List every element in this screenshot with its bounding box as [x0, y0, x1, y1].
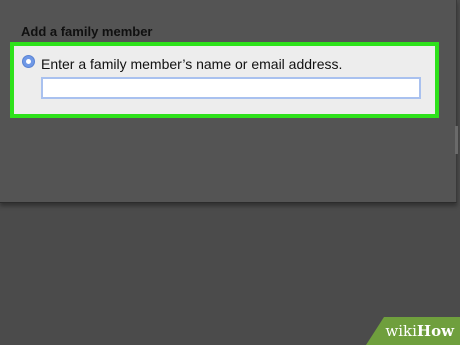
wikihow-logo: wikiHow: [366, 317, 460, 345]
email-option-highlight: Enter a family member’s name or email ad…: [10, 42, 439, 118]
add-family-member-dialog: Add a family member Enter a family membe…: [0, 0, 458, 203]
wikihow-logo-text: wikiHow: [385, 322, 454, 340]
wikihow-logo-suffix: How: [416, 322, 454, 340]
name-or-email-input[interactable]: [41, 77, 421, 99]
radio-selected-dot: [26, 59, 31, 64]
wikihow-logo-prefix: wiki: [385, 322, 417, 340]
email-option-radio[interactable]: [22, 55, 35, 68]
screen: Add a family member Enter a family membe…: [0, 0, 460, 345]
scrollbar-thumb[interactable]: [455, 126, 458, 154]
email-option-label[interactable]: Enter a family member’s name or email ad…: [41, 56, 342, 72]
dialog-title: Add a family member: [21, 24, 153, 39]
